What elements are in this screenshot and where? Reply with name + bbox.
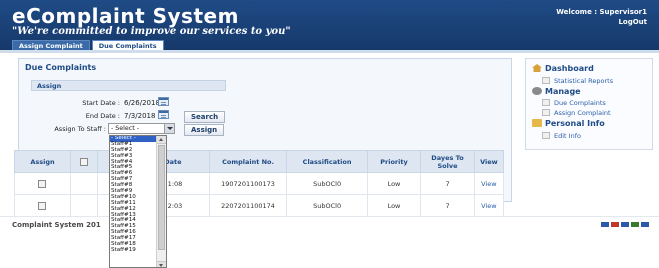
table-row: 19:07:2018 11:08 1907201100173 SubOCl0 L…	[14, 172, 505, 195]
row-spacer-cell	[69, 172, 98, 195]
view-link[interactable]: View	[481, 202, 496, 210]
footer-color-blocks	[601, 222, 649, 227]
col-classification: Classification	[286, 150, 368, 173]
select-all-checkbox[interactable]	[79, 157, 88, 166]
staff-select-value: - Select -	[111, 125, 139, 132]
sidebar-item-edit-info[interactable]: Edit Info	[542, 132, 581, 140]
edit-info-label: Edit Info	[554, 132, 581, 140]
priority: Low	[366, 194, 422, 217]
folder-icon	[532, 119, 542, 127]
footer-color-block	[611, 222, 619, 227]
page: eComplaint System "We're committed to im…	[0, 0, 659, 268]
page-icon	[542, 132, 550, 139]
section-title: Due Complaints	[25, 63, 97, 72]
chevron-down-icon[interactable]	[164, 124, 174, 133]
footer-copyright: Complaint System 201	[12, 221, 101, 229]
assign-button[interactable]: Assign	[184, 124, 225, 136]
header: eComplaint System "We're committed to im…	[0, 0, 659, 50]
row-assign-cell	[14, 172, 71, 195]
dashboard-label: Dashboard	[545, 64, 594, 73]
row-assign-cell	[14, 194, 71, 217]
footer-color-block	[601, 222, 609, 227]
col-days: Dayes To Solve	[420, 150, 475, 173]
complaint-number: 1907201100173	[208, 172, 288, 195]
complaints-table: Assign Complaint Date Complaint No. Clas…	[14, 150, 505, 217]
complaint-number: 2207201100174	[208, 194, 288, 217]
days-to-solve: 7	[420, 194, 475, 217]
tab-underline	[0, 50, 659, 53]
table-row: 22:07:2018 12:03 2207201100174 SubOCl0 L…	[14, 194, 505, 217]
classification: SubOCl0	[286, 194, 368, 217]
manage-label: Manage	[545, 87, 581, 96]
due-complaints-label: Due Complaints	[554, 99, 606, 107]
scroll-thumb[interactable]	[158, 145, 165, 250]
table-header-row: Assign Complaint Date Complaint No. Clas…	[14, 150, 505, 173]
end-date-value[interactable]: 7/3/2018	[124, 112, 155, 120]
tab-bar: Assign Complaint Due Complaints	[12, 40, 164, 50]
tagline: "We're committed to improve our services…	[12, 26, 291, 37]
sidebar-item-due-complaints[interactable]: Due Complaints	[542, 99, 606, 107]
welcome-text: Welcome : Supervisor1	[556, 8, 647, 16]
page-icon	[542, 109, 550, 116]
classification: SubOCl0	[286, 172, 368, 195]
search-button[interactable]: Search	[184, 111, 226, 123]
staff-select[interactable]: - Select -	[108, 123, 175, 134]
personal-info-label: Personal Info	[545, 119, 605, 128]
sidebar-item-assign-complaint[interactable]: Assign Complaint	[542, 109, 611, 117]
app-title: eComplaint System	[12, 4, 239, 28]
staff-dropdown-list[interactable]: - Select - Staff#1 Staff#2 Staff#3 Staff#4 St…	[109, 135, 167, 268]
gear-icon	[532, 87, 542, 95]
start-date-label: Start Date :	[82, 99, 120, 107]
report-icon	[542, 77, 550, 84]
footer-color-block	[641, 222, 649, 227]
scroll-up-icon[interactable]	[157, 136, 166, 144]
sidebar-heading-manage[interactable]: Manage	[532, 87, 581, 96]
footer-color-block	[621, 222, 629, 227]
days-to-solve: 7	[420, 172, 475, 195]
col-view: View	[473, 150, 505, 173]
col-select-all	[69, 150, 98, 173]
home-icon	[532, 64, 542, 72]
view-link[interactable]: View	[481, 180, 496, 188]
sidebar-heading-personal-info[interactable]: Personal Info	[532, 119, 605, 128]
dropdown-scrollbar[interactable]	[156, 136, 166, 267]
dropdown-option[interactable]: Staff#19	[110, 247, 157, 254]
statistical-reports-label: Statistical Reports	[554, 77, 614, 85]
assign-complaint-label: Assign Complaint	[554, 109, 611, 117]
row-checkbox[interactable]	[38, 179, 47, 188]
sidebar-item-statistical-reports[interactable]: Statistical Reports	[542, 77, 613, 85]
scroll-down-icon[interactable]	[157, 261, 166, 267]
priority: Low	[366, 172, 422, 195]
start-date-value[interactable]: 6/26/2018	[124, 99, 160, 107]
footer-divider	[0, 216, 659, 217]
tab-due-complaints[interactable]: Due Complaints	[91, 40, 164, 50]
calendar-icon[interactable]	[158, 97, 169, 106]
staff-options: - Select - Staff#1 Staff#2 Staff#3 Staff#4 St…	[110, 136, 157, 254]
assign-to-staff-label: Assign To Staff :	[54, 125, 106, 133]
row-checkbox[interactable]	[38, 201, 47, 210]
page-icon	[542, 99, 550, 106]
footer-color-block	[631, 222, 639, 227]
view-cell: View	[473, 172, 505, 195]
view-cell: View	[473, 194, 505, 217]
col-assign: Assign	[14, 150, 71, 173]
col-priority: Priority	[366, 150, 422, 173]
row-spacer-cell	[69, 194, 98, 217]
calendar-icon[interactable]	[158, 110, 169, 119]
sidebar: Dashboard Statistical Reports Manage Due…	[525, 58, 653, 150]
tab-assign-complaint[interactable]: Assign Complaint	[12, 40, 90, 50]
end-date-label: End Date :	[85, 112, 120, 120]
subsection-label: Assign	[37, 82, 62, 90]
col-complaint-no: Complaint No.	[208, 150, 288, 173]
sidebar-heading-dashboard[interactable]: Dashboard	[532, 64, 594, 73]
logout-link[interactable]: LogOut	[618, 18, 647, 26]
assign-subsection-bar: Assign	[31, 80, 226, 91]
